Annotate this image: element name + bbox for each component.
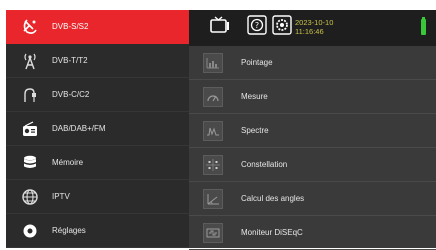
tv-button[interactable] <box>209 15 231 39</box>
sidebar-item-label: Mémoire <box>52 158 84 167</box>
spectrum-icon <box>203 120 223 141</box>
main-panel: ? 2023-10-10 11:16:46 Pointage Mesure Sp… <box>189 10 436 250</box>
sidebar-item-dvb-s[interactable]: DVB-S/S2 <box>6 10 189 44</box>
menu-item-mesure[interactable]: Mesure <box>189 80 436 114</box>
sidebar-item-dvb-c[interactable]: DVB-C/C2 <box>6 78 189 112</box>
help-icon: ? <box>247 14 267 40</box>
date-text: 2023-10-10 <box>295 18 334 27</box>
sidebar-item-label: Réglages <box>52 226 86 235</box>
globe-icon <box>20 187 40 207</box>
menu-item-calcul[interactable]: Calcul des angles <box>189 182 436 216</box>
menu-item-label: Constellation <box>241 160 288 169</box>
datetime: 2023-10-10 11:16:46 <box>295 18 333 36</box>
sidebar: DVB-S/S2 DVB-T/T2 DVB-C/C2 DAB/DAB+/FM M… <box>6 10 189 248</box>
sidebar-item-memoire[interactable]: Mémoire <box>6 146 189 180</box>
measure-icon <box>203 86 223 107</box>
menu-item-label: Pointage <box>241 58 273 67</box>
menu-item-constellation[interactable]: Constellation <box>189 148 436 182</box>
sidebar-item-dab[interactable]: DAB/DAB+/FM <box>6 112 189 146</box>
angle-calc-icon <box>203 188 223 209</box>
menu-item-label: Calcul des angles <box>241 194 305 203</box>
sidebar-item-label: IPTV <box>52 192 70 201</box>
pointing-icon <box>203 52 223 73</box>
settings-button[interactable] <box>271 14 293 40</box>
sidebar-item-reglages[interactable]: Réglages <box>6 214 189 248</box>
tv-icon <box>210 15 230 39</box>
menu-item-spectre[interactable]: Spectre <box>189 114 436 148</box>
app-window: DVB-S/S2 DVB-T/T2 DVB-C/C2 DAB/DAB+/FM M… <box>6 10 436 250</box>
cable-icon <box>20 85 40 105</box>
menu-item-label: Moniteur DiSEqC <box>241 228 303 237</box>
antenna-icon <box>20 51 40 71</box>
time-text: 11:16:46 <box>295 27 324 36</box>
svg-text:?: ? <box>255 21 259 30</box>
top-bar: ? 2023-10-10 11:16:46 <box>189 10 436 46</box>
menu-item-pointage[interactable]: Pointage <box>189 46 436 80</box>
sidebar-item-label: DAB/DAB+/FM <box>52 124 106 133</box>
sidebar-item-label: DVB-C/C2 <box>52 90 90 99</box>
menu-item-label: Spectre <box>241 126 269 135</box>
satellite-dish-icon <box>20 17 40 37</box>
menu-item-label: Mesure <box>241 92 268 101</box>
menu-item-diseqc[interactable]: Moniteur DiSEqC <box>189 216 436 250</box>
sidebar-item-label: DVB-S/S2 <box>52 22 89 31</box>
constellation-icon <box>203 154 223 175</box>
sidebar-item-dvb-t[interactable]: DVB-T/T2 <box>6 44 189 78</box>
sidebar-item-label: DVB-T/T2 <box>52 56 88 65</box>
settings-icon <box>20 221 40 241</box>
sidebar-item-iptv[interactable]: IPTV <box>6 180 189 214</box>
help-button[interactable]: ? <box>246 14 268 40</box>
battery-icon <box>421 17 426 35</box>
radio-icon <box>20 119 40 139</box>
gear-icon <box>272 14 292 40</box>
diseqc-monitor-icon <box>203 222 223 243</box>
database-icon <box>20 153 40 173</box>
